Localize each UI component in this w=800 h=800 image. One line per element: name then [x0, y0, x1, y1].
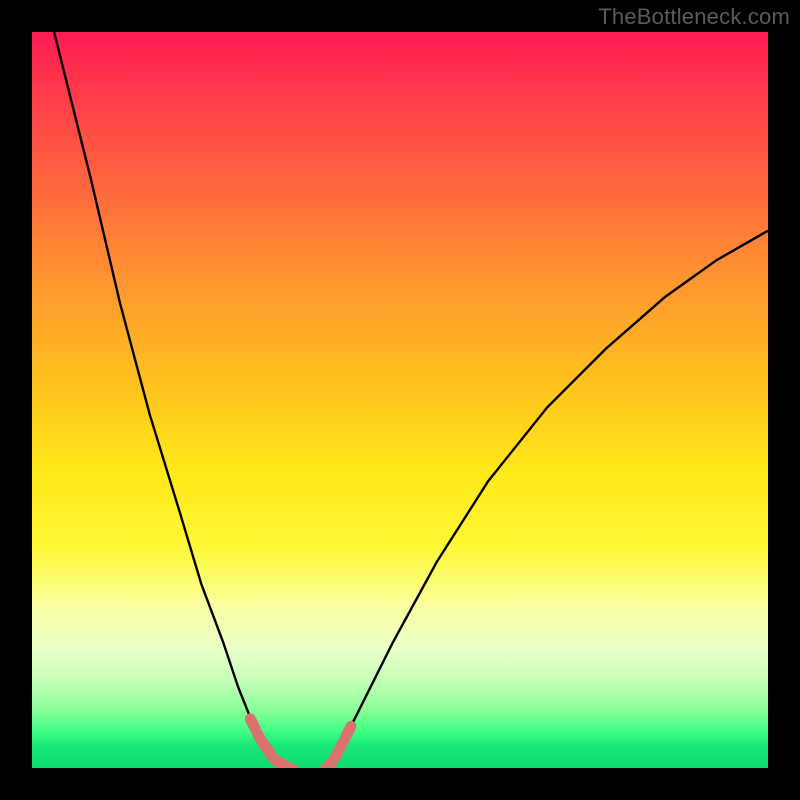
chart-frame: TheBottleneck.com	[0, 0, 800, 800]
left-curve-markers	[243, 712, 302, 778]
curves-svg	[32, 32, 768, 768]
left-curve	[54, 32, 290, 768]
plot-area	[32, 32, 768, 768]
right-curve-markers	[315, 719, 358, 780]
watermark-text: TheBottleneck.com	[598, 4, 790, 30]
right-curve	[326, 231, 768, 768]
